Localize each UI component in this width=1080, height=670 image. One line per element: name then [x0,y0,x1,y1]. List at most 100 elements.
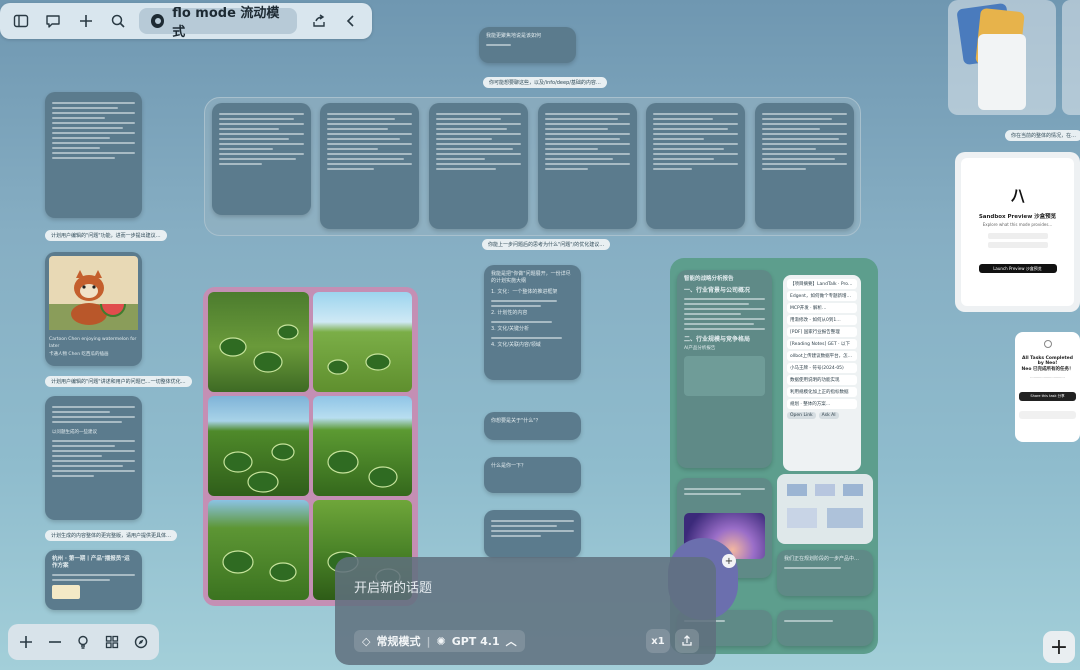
left-chip-1[interactable]: 计划用户编辑的"问题"功能，进而一步提出建议… [45,230,167,241]
plan-card[interactable]: 我能是把"你做"问题展开，一份详尽的计划实施大纲 1. 文化：一个整体的推进框架… [484,265,581,380]
open-link-button[interactable]: Open Link [787,412,816,419]
share-task-button[interactable]: Share this task 分享 [1019,392,1076,401]
right-chip[interactable]: 你在当前的整体的情况，在… [1005,130,1080,141]
panda-image-card[interactable]: Cartoon Chen enjoying watermelon for lat… [45,252,142,366]
composer-input[interactable]: 开启新的话题 [354,577,432,596]
left-card-3[interactable]: 杭州 · 第一期丨产品"播报员"运作方案 [45,550,142,610]
left-chip-3[interactable]: 计划生成的内容整体的更完整版，请用户提供更具体… [45,530,178,541]
report-heading-2: 二、行业规模与竞争格局 [684,336,751,343]
plus-circle-icon[interactable]: + [722,554,736,568]
link-list-panel: 【项目摘要】LandTalk · Producer · 如何… Edgent，如何… [783,275,861,471]
link-list-item[interactable]: MCP开发 · 解析… [787,303,857,313]
model-select-label: GPT 4.1 [451,634,500,648]
mid-chip[interactable]: 你能上一步问题后的思考为什么"问题"/的优化建议… [482,239,611,250]
top-prompt-card[interactable]: 我能更聚焦地说是该如何 [479,27,576,63]
link-list-item[interactable]: 利用规模化加上正的指标数据 [787,387,857,397]
panda-subcaption: 卡通人物 Chen 吃西瓜的插画 [49,352,109,357]
upload-icon[interactable] [675,629,699,653]
upper-card-2[interactable] [320,103,419,229]
compass-icon[interactable] [128,627,154,657]
top-card-title: 我能更聚焦地说是该如何 [486,33,542,39]
multiplier-button[interactable]: x1 [646,629,670,653]
mode-select[interactable]: ◇ 常规模式 | ✺ GPT 4.1 ︿ [354,630,525,652]
top-toolbar: flo mode 流动模式 [0,3,372,40]
upper-card-6[interactable] [755,103,854,229]
right-bottom-card[interactable]: 我们正在规划阶段的一步产品中… [777,550,873,596]
sidebar-icon[interactable] [6,6,36,36]
report-title: 智能的战略分析报告 [684,276,734,282]
plus-icon[interactable] [13,627,39,657]
share-icon[interactable] [303,6,333,36]
grid-icon[interactable] [99,627,125,657]
plus-icon[interactable] [71,6,101,36]
link-list-item[interactable]: 规划 · 整体的方案… [787,399,857,409]
report-card[interactable]: 智能的战略分析报告 一、行业背景与公司概况 二、行业规模与竞争格局 AI产品分析… [677,270,772,468]
plan-section: 1. 文化：一个整体的推进框架 [491,289,558,295]
small-card-1-text: 你想要是关于"什么"？ [491,418,541,424]
link-list-item[interactable]: Edgent，如何做个专题新增产… [787,291,857,301]
sandbox-preview-panel: ﾉ\ Sandbox Preview 沙盒预览 Explore what thi… [955,152,1080,312]
mode-label: flo mode 流动模式 [172,6,280,40]
link-list: 【项目摘要】LandTalk · Producer · 如何… Edgent，如何… [787,279,857,409]
flo-mode-toggle[interactable]: flo mode 流动模式 [139,6,298,40]
sandbox-title: Sandbox Preview 沙盒预览 [978,214,1057,220]
chat-icon[interactable] [38,6,68,36]
link-list-item[interactable]: [PDF] 国家行业报告整理 [787,327,857,337]
diagram-thumbnail[interactable] [777,474,873,544]
right-bottom-card-2[interactable] [777,610,873,646]
canvas-tools [8,624,159,660]
openai-icon: ✺ [436,634,446,648]
panda-illustration [49,256,138,330]
left-chip-2[interactable]: 计划用户编辑的"问题"讲述和用户的问题已…一切整体优化… [45,376,192,387]
small-card-1[interactable]: 你想要是关于"什么"？ [484,412,581,440]
diagram-preview [787,484,863,528]
chevron-up-icon: ︿ [505,635,517,648]
report-heading-1: 一、行业背景与公司概况 [684,287,751,294]
link-list-item[interactable]: 【项目摘要】LandTalk · Producer · 如何… [787,279,857,289]
small-card-3[interactable] [484,510,581,558]
plan-section: 2. 计划性的内容 [491,310,528,316]
ask-ai-button[interactable]: Ask AI [818,412,839,419]
diamond-icon: ◇ [362,634,371,648]
left-card-2-subtitle: 以问题生成的一些建议 [52,430,97,435]
plan-card-title: 我能是把"你做"问题展开，一份详尽的计划实施大纲 [491,271,571,284]
tasks-panel: All Tasks Completed by Neo! Neo 已完成所有的任务… [1015,332,1080,442]
composer: 开启新的话题 ◇ 常规模式 | ✺ GPT 4.1 ︿ x1 [335,557,716,665]
small-card-2-text: 什么是你一下？ [491,463,527,469]
upper-card-5[interactable] [646,103,745,229]
right-bottom-card-text: 我们正在规划阶段的一步产品中… [784,556,860,562]
panda-caption: Cartoon Chen enjoying watermelon for lat… [49,337,137,349]
upper-card-3[interactable] [429,103,528,229]
link-list-item[interactable]: [Reading Notes] GET · 以下 [787,339,857,349]
mode-icon [151,14,165,28]
left-card-3-title: 杭州 · 第一期丨产品"播报员"运作方案 [52,556,130,569]
tasks-subtitle: Neo 已完成所有的任务！ [1021,367,1074,372]
left-card-1[interactable] [45,92,142,218]
plan-section: 3. 文化/关键分析 [491,326,530,332]
watermelon-marks [219,324,401,586]
upper-card-1[interactable] [212,103,311,215]
right-edge-panel [1062,0,1080,115]
link-list-item[interactable]: ollbot上传建议数据平台，怎样… [787,351,857,361]
report-inset [684,356,765,396]
lightbulb-icon[interactable] [70,627,96,657]
sandbox-subtitle: Explore what this mode provides... [982,222,1053,227]
neo-logo: ﾉ\ [1010,186,1025,205]
chevron-left-icon[interactable] [336,6,366,36]
add-canvas-button[interactable]: + [1043,631,1075,663]
right-stack-thumbnail[interactable] [948,0,1056,115]
task-input[interactable] [1019,411,1076,419]
search-icon[interactable] [103,6,133,36]
link-list-item[interactable]: 小马王牌 - 符号(2024-05) [787,363,857,373]
top-label-chip[interactable]: 你可能想要聊这些，以及/info/deep/基础的内容… [483,77,607,88]
mode-select-label: 常规模式 [376,635,421,648]
upper-card-4[interactable] [538,103,637,229]
small-card-2[interactable]: 什么是你一下？ [484,457,581,493]
check-icon [1043,340,1052,348]
link-list-item[interactable]: 数据使用说明的功能实现 [787,375,857,385]
link-list-item[interactable]: 用渐修改 - 如何从0到1… [787,315,857,325]
minus-icon[interactable] [42,627,68,657]
launch-preview-button[interactable]: Launch Preview 沙盒预览 [978,264,1057,273]
file-thumbnail [52,585,80,599]
left-card-2[interactable]: 以问题生成的一些建议 [45,396,142,520]
